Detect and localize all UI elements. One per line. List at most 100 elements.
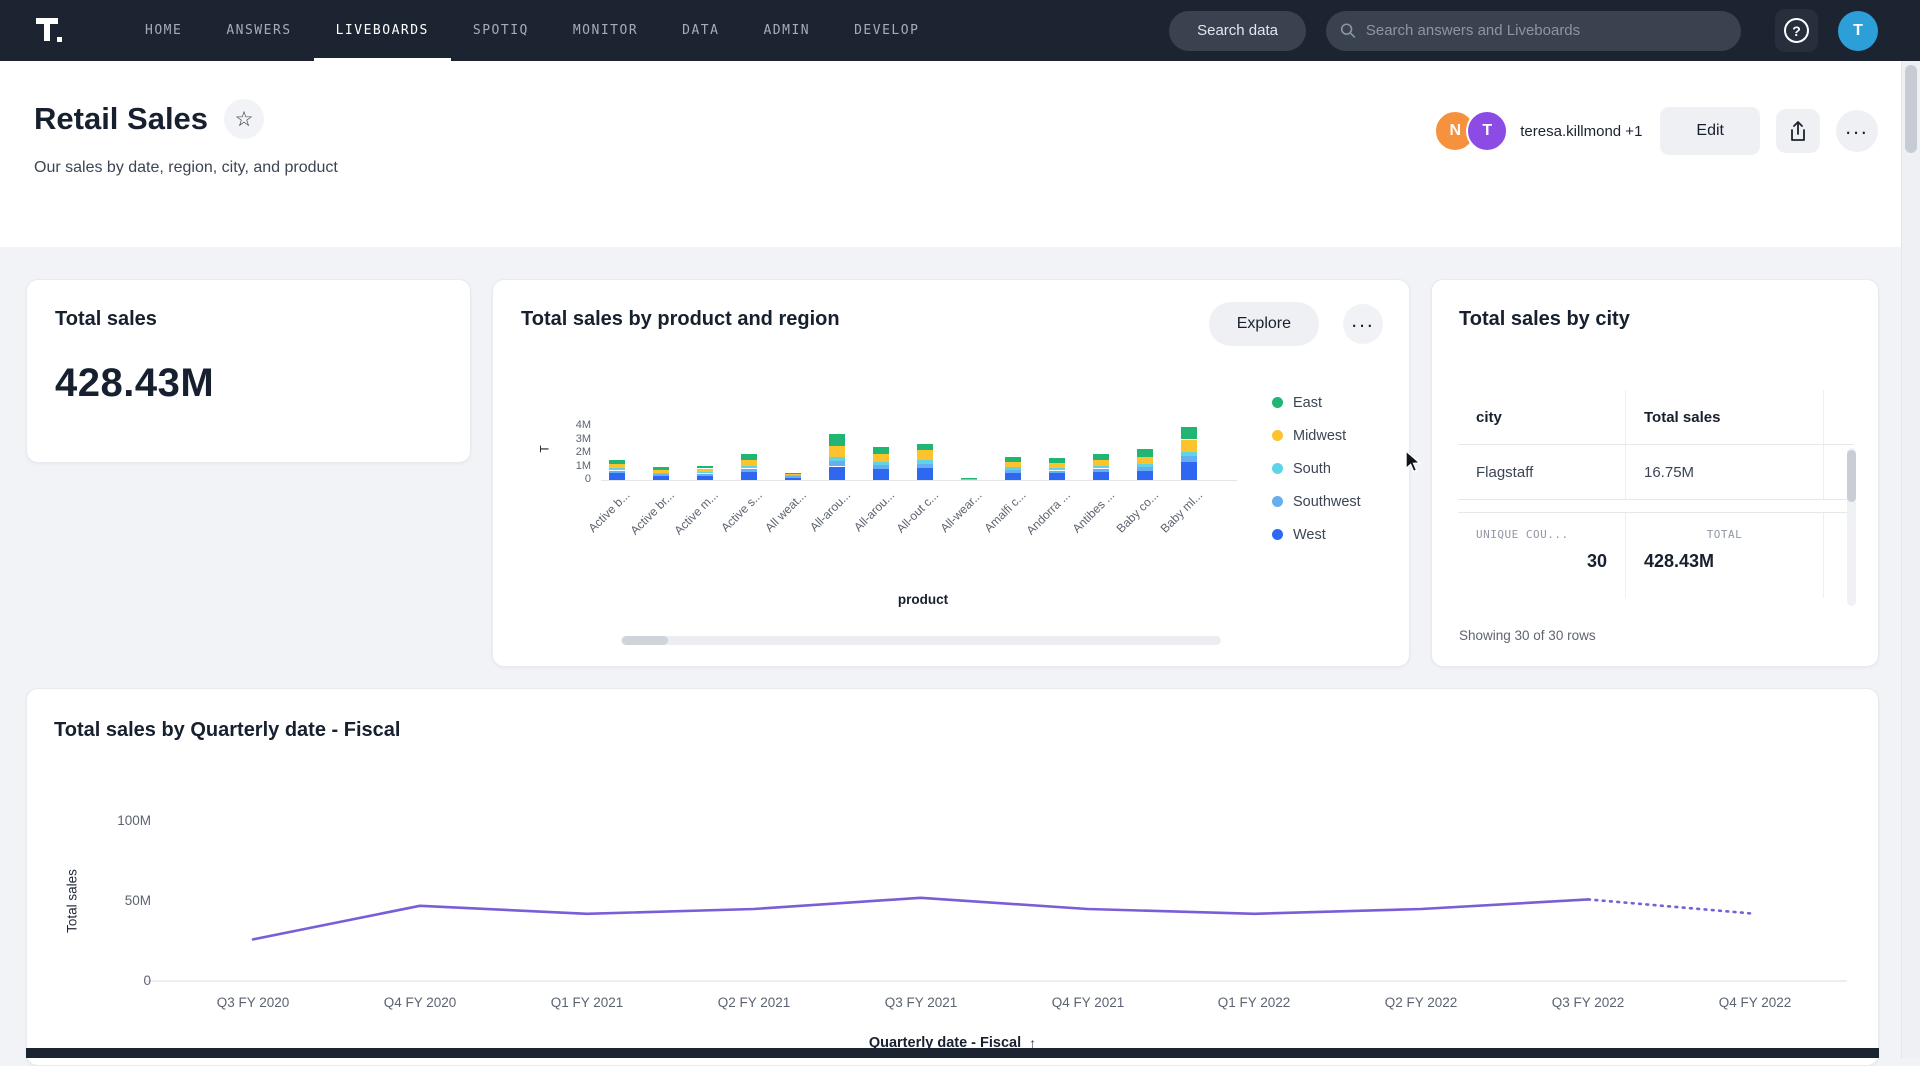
- bar-segment[interactable]: [1049, 463, 1065, 468]
- bar-segment[interactable]: [785, 473, 801, 474]
- bar-segment[interactable]: [697, 474, 713, 476]
- bar-segment[interactable]: [917, 464, 933, 468]
- bar-segment[interactable]: [1005, 473, 1021, 480]
- bar-segment[interactable]: [1049, 473, 1065, 480]
- help-button[interactable]: ?: [1775, 9, 1818, 52]
- bar-segment[interactable]: [741, 454, 757, 459]
- thoughtspot-logo[interactable]: [33, 0, 67, 61]
- column-header-total-sales[interactable]: Total sales: [1626, 390, 1824, 444]
- bar-segment[interactable]: [785, 478, 801, 480]
- bar-segment[interactable]: [653, 474, 669, 476]
- bar-segment[interactable]: [741, 460, 757, 466]
- table-row[interactable]: Flagstaff 16.75M: [1458, 445, 1854, 500]
- bar-segment[interactable]: [917, 450, 933, 459]
- bar-segment[interactable]: [1137, 471, 1153, 480]
- legend-item[interactable]: East: [1272, 386, 1361, 419]
- bar-chart-horizontal-scrollbar[interactable]: [621, 636, 1221, 645]
- bar-segment[interactable]: [829, 446, 845, 457]
- bar-segment[interactable]: [961, 478, 977, 479]
- bar-segment[interactable]: [1093, 472, 1109, 480]
- bar-segment[interactable]: [1005, 467, 1021, 470]
- bar-segment[interactable]: [697, 466, 713, 469]
- legend-item[interactable]: Midwest: [1272, 419, 1361, 452]
- search-input[interactable]: [1366, 22, 1727, 39]
- nav-item-liveboards[interactable]: LIVEBOARDS: [314, 0, 451, 61]
- owners-label[interactable]: teresa.killmond +1: [1520, 123, 1642, 140]
- bar-segment[interactable]: [609, 460, 625, 464]
- bar-segment[interactable]: [609, 471, 625, 474]
- scrollbar-thumb[interactable]: [1905, 65, 1917, 153]
- bar-segment[interactable]: [1137, 457, 1153, 464]
- search-data-button[interactable]: Search data: [1169, 11, 1306, 51]
- liveboard-more-button[interactable]: ...: [1836, 110, 1878, 152]
- bar-segment[interactable]: [1005, 470, 1021, 473]
- bar-segment[interactable]: [1093, 466, 1109, 469]
- bar-segment[interactable]: [1137, 464, 1153, 467]
- nav-item-monitor[interactable]: MONITOR: [551, 0, 660, 61]
- nav-item-spotiq[interactable]: SPOTIQ: [451, 0, 551, 61]
- page-scrollbar[interactable]: [1901, 61, 1920, 1058]
- bar-segment[interactable]: [653, 470, 669, 473]
- bar-segment[interactable]: [873, 469, 889, 480]
- scrollbar-thumb[interactable]: [622, 636, 668, 645]
- scrollbar-thumb[interactable]: [1847, 450, 1856, 502]
- bar-segment[interactable]: [1137, 449, 1153, 457]
- bar-segment[interactable]: [917, 444, 933, 451]
- bar-segment[interactable]: [609, 464, 625, 468]
- bar-segment[interactable]: [1093, 460, 1109, 466]
- bar-segment[interactable]: [873, 447, 889, 454]
- nav-item-data[interactable]: DATA: [660, 0, 741, 61]
- bar-segment[interactable]: [697, 469, 713, 472]
- bar-segment[interactable]: [697, 476, 713, 480]
- bar-segment[interactable]: [873, 465, 889, 469]
- legend-item[interactable]: West: [1272, 518, 1361, 551]
- bar-segment[interactable]: [1181, 462, 1197, 480]
- bar-segment[interactable]: [829, 461, 845, 466]
- bar-segment[interactable]: [741, 466, 757, 469]
- bar-segment[interactable]: [785, 474, 801, 475]
- bar-segment[interactable]: [1005, 462, 1021, 467]
- bar-segment[interactable]: [1049, 471, 1065, 474]
- bar-segment[interactable]: [741, 472, 757, 480]
- bar-segment[interactable]: [873, 462, 889, 465]
- legend-item[interactable]: Southwest: [1272, 485, 1361, 518]
- bar-segment[interactable]: [609, 468, 625, 471]
- share-button[interactable]: [1776, 109, 1820, 153]
- bar-segment[interactable]: [785, 476, 801, 477]
- table-vertical-scrollbar[interactable]: [1847, 448, 1856, 606]
- bar-segment[interactable]: [1181, 427, 1197, 439]
- user-avatar[interactable]: T: [1838, 11, 1878, 51]
- bar-segment[interactable]: [653, 476, 669, 480]
- bar-segment[interactable]: [1093, 454, 1109, 459]
- bar-segment[interactable]: [785, 475, 801, 476]
- nav-item-develop[interactable]: DEVELOP: [832, 0, 941, 61]
- bar-segment[interactable]: [653, 467, 669, 470]
- bar-segment[interactable]: [1181, 452, 1197, 457]
- bar-segment[interactable]: [1049, 458, 1065, 463]
- bar-segment[interactable]: [697, 472, 713, 474]
- bar-segment[interactable]: [1005, 457, 1021, 462]
- column-header-city[interactable]: city: [1458, 390, 1626, 444]
- bar-segment[interactable]: [829, 467, 845, 481]
- bar-segment[interactable]: [873, 454, 889, 462]
- bar-segment[interactable]: [829, 434, 845, 446]
- bar-segment[interactable]: [917, 460, 933, 464]
- nav-item-admin[interactable]: ADMIN: [741, 0, 832, 61]
- favorite-button[interactable]: ☆: [224, 99, 264, 139]
- global-search[interactable]: [1326, 11, 1741, 51]
- edit-button[interactable]: Edit: [1660, 107, 1760, 155]
- bar-segment[interactable]: [653, 473, 669, 474]
- bar-segment[interactable]: [1093, 469, 1109, 472]
- legend-item[interactable]: South: [1272, 452, 1361, 485]
- nav-item-home[interactable]: HOME: [123, 0, 204, 61]
- bar-segment[interactable]: [741, 469, 757, 472]
- bar-segment[interactable]: [1049, 468, 1065, 471]
- bar-segment[interactable]: [1181, 440, 1197, 452]
- nav-item-answers[interactable]: ANSWERS: [204, 0, 313, 61]
- bar-segment[interactable]: [1181, 456, 1197, 462]
- bar-segment[interactable]: [609, 473, 625, 480]
- bar-segment[interactable]: [829, 457, 845, 461]
- bar-segment[interactable]: [1137, 467, 1153, 470]
- avatar[interactable]: T: [1466, 110, 1508, 152]
- bar-segment[interactable]: [917, 468, 933, 480]
